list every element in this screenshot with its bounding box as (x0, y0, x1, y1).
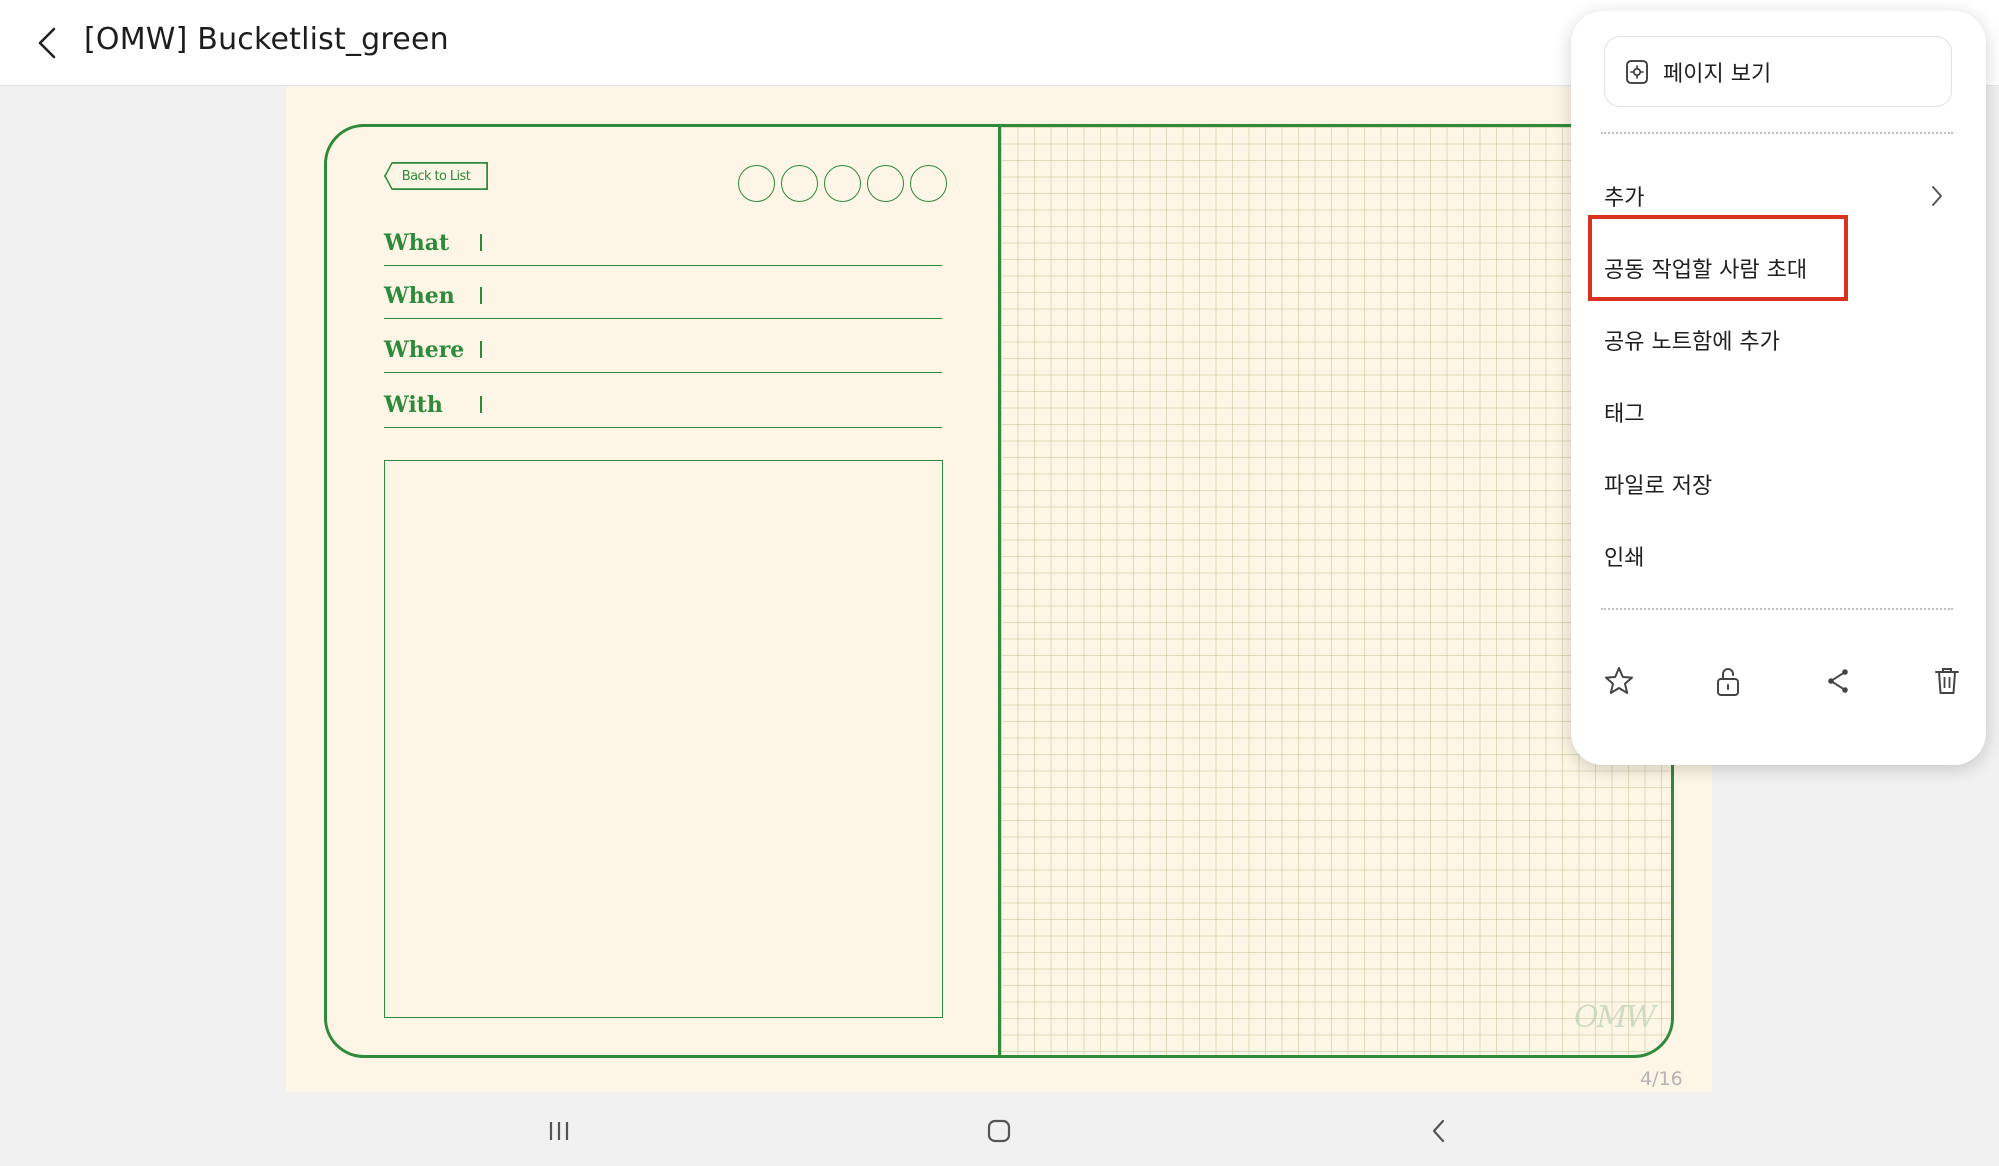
chevron-left-icon (1432, 1119, 1445, 1143)
field-separator (480, 341, 482, 358)
page-counter: 4/16 (1640, 1068, 1683, 1090)
recent-apps-icon (549, 1122, 569, 1140)
note-title: [OMW] Bucketlist_green (84, 22, 449, 57)
menu-divider (1601, 132, 1953, 134)
view-page-button[interactable]: 페이지 보기 (1604, 36, 1952, 107)
rating-circle[interactable] (781, 165, 818, 202)
menu-item-label: 추가 (1604, 186, 1645, 211)
rating-circle[interactable] (738, 165, 775, 202)
notebook-divider (998, 125, 1001, 1057)
share-icon (1827, 669, 1848, 693)
back-button[interactable] (24, 20, 70, 66)
menu-item-label: 공동 작업할 사람 초대 (1604, 258, 1808, 283)
recent-apps-button[interactable] (534, 1108, 584, 1154)
field-label: What (384, 230, 450, 256)
rating-circles (738, 165, 947, 202)
menu-item-print[interactable]: 인쇄 (1604, 528, 1954, 584)
system-back-button[interactable] (1414, 1108, 1464, 1154)
delete-button[interactable] (1921, 656, 1973, 706)
menu-item-tags[interactable]: 태그 (1604, 384, 1954, 440)
field-separator (480, 396, 482, 413)
rating-circle[interactable] (867, 165, 904, 202)
chevron-left-icon (38, 27, 56, 59)
chevron-right-icon (1932, 186, 1942, 206)
menu-item-label: 태그 (1604, 402, 1645, 427)
more-options-menu: 페이지 보기 추가 공동 작업할 사람 초대 공유 노트함에 추가 태그 파일로… (1571, 11, 1986, 765)
memo-box[interactable] (384, 460, 943, 1018)
star-icon (1605, 667, 1633, 694)
menu-item-add[interactable]: 추가 (1604, 168, 1954, 224)
trash-icon (1934, 668, 1959, 694)
back-to-list-button[interactable]: Back to List (384, 162, 488, 190)
lock-button[interactable] (1702, 656, 1754, 706)
field-label: With (384, 392, 443, 418)
field-row-with[interactable]: With (384, 386, 942, 428)
field-label: When (384, 283, 455, 309)
menu-item-add-to-shared-notebook[interactable]: 공유 노트함에 추가 (1604, 312, 1954, 368)
home-button[interactable] (974, 1108, 1024, 1154)
menu-item-label: 공유 노트함에 추가 (1604, 330, 1780, 355)
menu-item-invite-collaborators[interactable]: 공동 작업할 사람 초대 (1604, 240, 1954, 296)
menu-action-row (1593, 656, 1973, 706)
field-separator (480, 287, 482, 304)
field-label: Where (384, 337, 465, 363)
favorite-button[interactable] (1593, 656, 1645, 706)
omw-logo: OMW (1574, 1000, 1656, 1035)
home-icon (987, 1119, 1011, 1143)
field-row-when[interactable]: When (384, 277, 942, 319)
field-separator (480, 234, 482, 251)
field-row-what[interactable]: What (384, 224, 942, 266)
menu-divider (1601, 608, 1953, 610)
page-settings-icon (1626, 59, 1648, 84)
rating-circle[interactable] (824, 165, 861, 202)
menu-item-label: 파일로 저장 (1604, 474, 1713, 499)
unlock-icon (1717, 668, 1740, 696)
menu-item-label: 인쇄 (1604, 546, 1645, 571)
view-page-label: 페이지 보기 (1663, 61, 1772, 87)
field-row-where[interactable]: Where (384, 331, 942, 373)
share-button[interactable] (1812, 656, 1864, 706)
rating-circle[interactable] (910, 165, 947, 202)
menu-item-save-as-file[interactable]: 파일로 저장 (1604, 456, 1954, 512)
